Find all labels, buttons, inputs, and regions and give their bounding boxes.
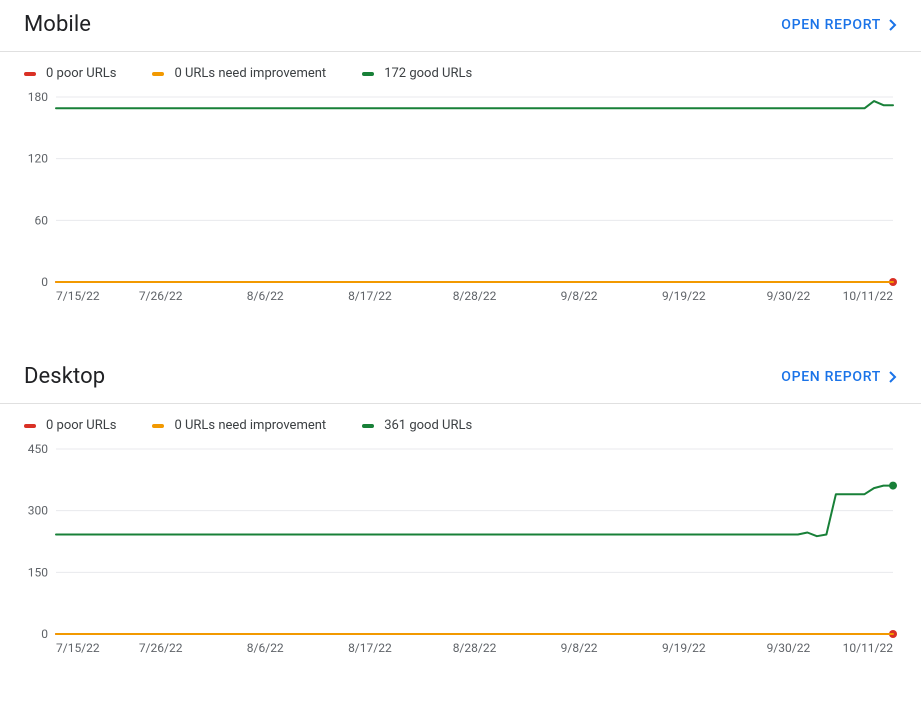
legend-label-good: 361 good URLs xyxy=(384,418,472,433)
svg-text:9/30/22: 9/30/22 xyxy=(767,641,811,655)
mobile-chart: 0 60 120 180 7/15/22 7/26/22 8/6/22 8/17/22 8/28… xyxy=(0,89,921,312)
svg-text:7/15/22: 7/15/22 xyxy=(56,641,100,655)
desktop-chart-svg: 0 150 300 450 7/15/22 7/26/22 8/6/22 8/17/22 8/2… xyxy=(22,443,897,658)
mobile-section: Mobile OPEN REPORT 0 poor URLs 0 URLs ne… xyxy=(0,0,921,312)
svg-text:60: 60 xyxy=(35,213,49,227)
svg-text:9/19/22: 9/19/22 xyxy=(662,289,706,303)
chevron-right-icon xyxy=(889,19,897,31)
legend-label-improve: 0 URLs need improvement xyxy=(174,418,326,433)
section-spacer xyxy=(0,312,921,352)
svg-text:7/26/22: 7/26/22 xyxy=(139,641,183,655)
open-report-label: OPEN REPORT xyxy=(781,17,881,33)
legend-item-good: 172 good URLs xyxy=(362,66,472,81)
svg-text:10/11/22: 10/11/22 xyxy=(843,641,894,655)
svg-text:7/26/22: 7/26/22 xyxy=(139,289,183,303)
svg-text:0: 0 xyxy=(41,275,48,289)
desktop-header: Desktop OPEN REPORT xyxy=(0,352,921,403)
legend-item-poor: 0 poor URLs xyxy=(24,418,116,433)
legend-item-good: 361 good URLs xyxy=(362,418,472,433)
svg-text:9/30/22: 9/30/22 xyxy=(767,289,811,303)
mobile-chart-svg: 0 60 120 180 7/15/22 7/26/22 8/6/22 8/17/22 8/28… xyxy=(22,91,897,306)
mobile-title: Mobile xyxy=(24,12,91,37)
svg-text:8/6/22: 8/6/22 xyxy=(247,289,284,303)
svg-text:150: 150 xyxy=(28,565,48,579)
svg-text:7/15/22: 7/15/22 xyxy=(56,289,100,303)
desktop-chart: 0 150 300 450 7/15/22 7/26/22 8/6/22 8/17/22 8/2… xyxy=(0,441,921,664)
svg-text:8/28/22: 8/28/22 xyxy=(453,289,497,303)
open-report-label: OPEN REPORT xyxy=(781,369,881,385)
svg-text:8/6/22: 8/6/22 xyxy=(247,641,284,655)
legend-label-poor: 0 poor URLs xyxy=(46,66,116,81)
svg-text:180: 180 xyxy=(28,91,48,104)
svg-text:8/17/22: 8/17/22 xyxy=(348,289,392,303)
legend-label-poor: 0 poor URLs xyxy=(46,418,116,433)
svg-text:10/11/22: 10/11/22 xyxy=(843,289,894,303)
legend-swatch-improve xyxy=(152,72,164,76)
svg-text:9/8/22: 9/8/22 xyxy=(561,641,598,655)
mobile-header: Mobile OPEN REPORT xyxy=(0,0,921,51)
mobile-legend: 0 poor URLs 0 URLs need improvement 172 … xyxy=(0,52,921,89)
legend-swatch-poor xyxy=(24,424,36,428)
svg-text:300: 300 xyxy=(28,504,48,518)
svg-text:9/8/22: 9/8/22 xyxy=(561,289,598,303)
legend-label-improve: 0 URLs need improvement xyxy=(174,66,326,81)
mobile-open-report-link[interactable]: OPEN REPORT xyxy=(781,17,897,33)
legend-item-improve: 0 URLs need improvement xyxy=(152,66,326,81)
legend-label-good: 172 good URLs xyxy=(384,66,472,81)
desktop-section: Desktop OPEN REPORT 0 poor URLs 0 URLs n… xyxy=(0,352,921,664)
chevron-right-icon xyxy=(889,371,897,383)
svg-text:9/19/22: 9/19/22 xyxy=(662,641,706,655)
svg-text:120: 120 xyxy=(28,152,48,166)
legend-item-improve: 0 URLs need improvement xyxy=(152,418,326,433)
svg-text:8/17/22: 8/17/22 xyxy=(348,641,392,655)
desktop-legend: 0 poor URLs 0 URLs need improvement 361 … xyxy=(0,404,921,441)
legend-swatch-poor xyxy=(24,72,36,76)
desktop-title: Desktop xyxy=(24,364,105,389)
legend-swatch-good xyxy=(362,72,374,76)
legend-swatch-good xyxy=(362,424,374,428)
legend-item-poor: 0 poor URLs xyxy=(24,66,116,81)
svg-text:0: 0 xyxy=(41,627,48,641)
svg-text:450: 450 xyxy=(28,443,48,456)
desktop-open-report-link[interactable]: OPEN REPORT xyxy=(781,369,897,385)
svg-text:8/28/22: 8/28/22 xyxy=(453,641,497,655)
legend-swatch-improve xyxy=(152,424,164,428)
